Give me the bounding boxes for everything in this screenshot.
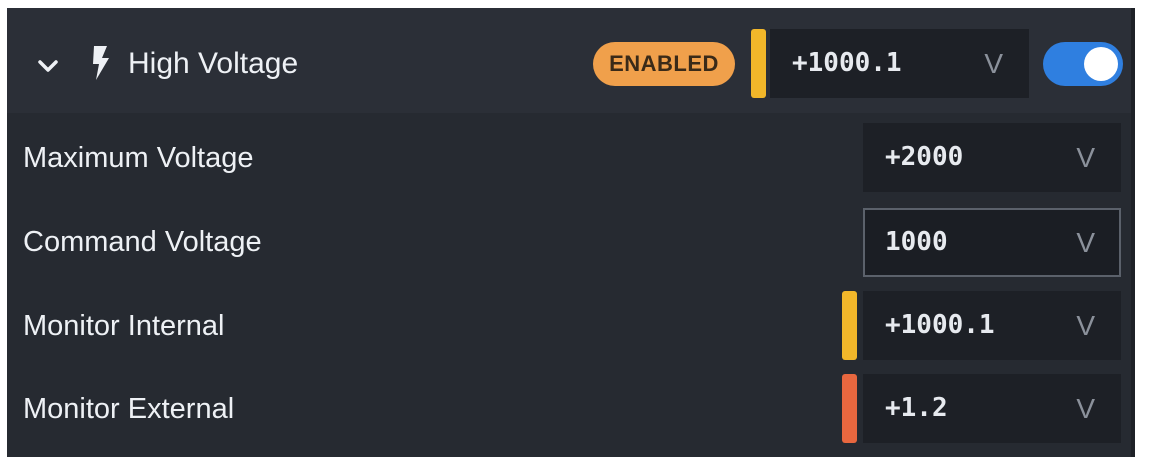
- section-header[interactable]: High Voltage ENABLED +1000.1 V: [7, 8, 1131, 113]
- header-voltage-unit: V: [984, 48, 1003, 79]
- section-title: High Voltage: [128, 47, 299, 80]
- toggle-knob[interactable]: [1084, 47, 1118, 81]
- monitor-external-unit: V: [1076, 393, 1095, 424]
- chevron-down-icon[interactable]: [35, 53, 61, 79]
- lightning-bolt-icon: [93, 46, 109, 80]
- command-voltage-label: Command Voltage: [23, 226, 262, 258]
- panel-edge: [1131, 8, 1135, 457]
- high-voltage-panel: High Voltage ENABLED +1000.1 V Maximum V…: [7, 8, 1135, 457]
- monitor-internal-unit: V: [1076, 310, 1095, 341]
- maximum-voltage-label: Maximum Voltage: [23, 142, 254, 174]
- maximum-voltage-readout: +2000 V: [863, 123, 1121, 192]
- command-voltage-unit: V: [1076, 227, 1095, 258]
- header-voltage-value: +1000.1: [792, 48, 902, 78]
- status-badge: ENABLED: [593, 42, 735, 86]
- monitor-external-label: Monitor External: [23, 393, 235, 425]
- monitor-external-readout: +1.2 V: [863, 374, 1121, 443]
- monitor-internal-readout: +1000.1 V: [863, 291, 1121, 360]
- maximum-voltage-value: +2000: [885, 142, 964, 172]
- enable-toggle[interactable]: [1043, 42, 1123, 86]
- command-voltage-value[interactable]: 1000: [885, 210, 948, 275]
- header-voltage-readout: +1000.1 V: [770, 29, 1029, 98]
- monitor-external-status-bar: [842, 374, 857, 443]
- readout-status-bar: [751, 29, 766, 98]
- monitor-internal-value: +1000.1: [885, 310, 995, 340]
- command-voltage-input[interactable]: 1000 V: [863, 208, 1121, 277]
- monitor-internal-status-bar: [842, 291, 857, 360]
- monitor-external-value: +1.2: [885, 393, 948, 423]
- monitor-internal-label: Monitor Internal: [23, 310, 225, 342]
- maximum-voltage-unit: V: [1076, 142, 1095, 173]
